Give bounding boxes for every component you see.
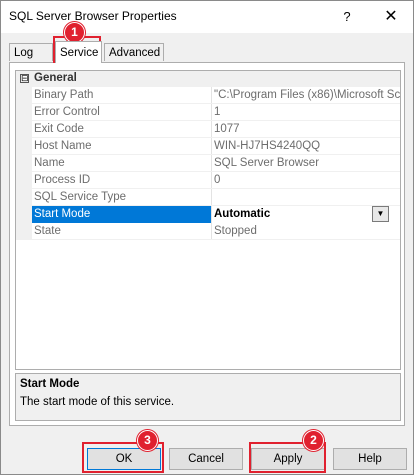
property-row-name[interactable]: Name SQL Server Browser — [16, 155, 400, 172]
property-name: Name — [34, 157, 65, 169]
property-grid: ⊟ General Binary Path "C:\Program Files … — [15, 70, 401, 370]
help-icon[interactable]: ? — [337, 7, 357, 27]
title-bar: SQL Server Browser Properties ? ✕ — [1, 1, 413, 33]
property-value: "C:\Program Files (x86)\Microsoft Sc — [214, 89, 400, 101]
tab-advanced[interactable]: Advanced — [104, 43, 164, 61]
category-general[interactable]: ⊟ General — [16, 71, 400, 87]
tab-service[interactable]: Service — [55, 41, 102, 63]
property-row-state[interactable]: State Stopped — [16, 223, 400, 240]
description-pane: Start Mode The start mode of this servic… — [15, 373, 401, 421]
service-tab-panel: ⊟ General Binary Path "C:\Program Files … — [9, 62, 405, 426]
annotation-badge-3: 3 — [137, 430, 158, 451]
property-row-process-id[interactable]: Process ID 0 — [16, 172, 400, 189]
property-row-start-mode[interactable]: Start Mode Automatic ▼ — [16, 206, 400, 223]
description-title: Start Mode — [20, 378, 80, 390]
property-row-binary-path[interactable]: Binary Path "C:\Program Files (x86)\Micr… — [16, 87, 400, 104]
property-name: Error Control — [34, 106, 100, 118]
description-text: The start mode of this service. — [20, 396, 175, 408]
tab-log-on[interactable]: Log On — [9, 43, 53, 77]
annotation-badge-1: 1 — [64, 22, 85, 43]
tab-strip: Log On Service Advanced — [9, 41, 405, 77]
collapse-icon[interactable]: ⊟ — [20, 74, 29, 83]
property-name: State — [34, 225, 61, 237]
property-name: Host Name — [34, 140, 92, 152]
property-value — [214, 190, 400, 205]
dropdown-arrow-icon[interactable]: ▼ — [372, 206, 389, 222]
window-title: SQL Server Browser Properties — [9, 9, 177, 23]
property-row-host-name[interactable]: Host Name WIN-HJ7HS4240QQ — [16, 138, 400, 155]
property-row-exit-code[interactable]: Exit Code 1077 — [16, 121, 400, 138]
property-name: Exit Code — [34, 123, 84, 135]
property-value: WIN-HJ7HS4240QQ — [214, 140, 321, 152]
property-name: Start Mode — [34, 208, 91, 220]
annotation-badge-2: 2 — [303, 430, 324, 451]
property-row-sql-service-type[interactable]: SQL Service Type — [16, 189, 400, 206]
start-mode-select[interactable]: Automatic — [214, 207, 374, 222]
close-icon[interactable]: ✕ — [379, 5, 403, 29]
property-value: Stopped — [214, 225, 257, 237]
properties-dialog: SQL Server Browser Properties ? ✕ Log On… — [0, 0, 414, 475]
property-name: SQL Service Type — [34, 191, 127, 203]
property-value: 1 — [214, 106, 221, 118]
property-value: SQL Server Browser — [214, 157, 320, 169]
property-name: Binary Path — [34, 89, 94, 101]
property-value: 1077 — [214, 123, 240, 135]
help-button[interactable]: Help — [333, 448, 407, 470]
category-label: General — [34, 72, 77, 84]
property-value: 0 — [214, 174, 221, 186]
property-name: Process ID — [34, 174, 91, 186]
property-row-error-control[interactable]: Error Control 1 — [16, 104, 400, 121]
cancel-button[interactable]: Cancel — [169, 448, 243, 470]
